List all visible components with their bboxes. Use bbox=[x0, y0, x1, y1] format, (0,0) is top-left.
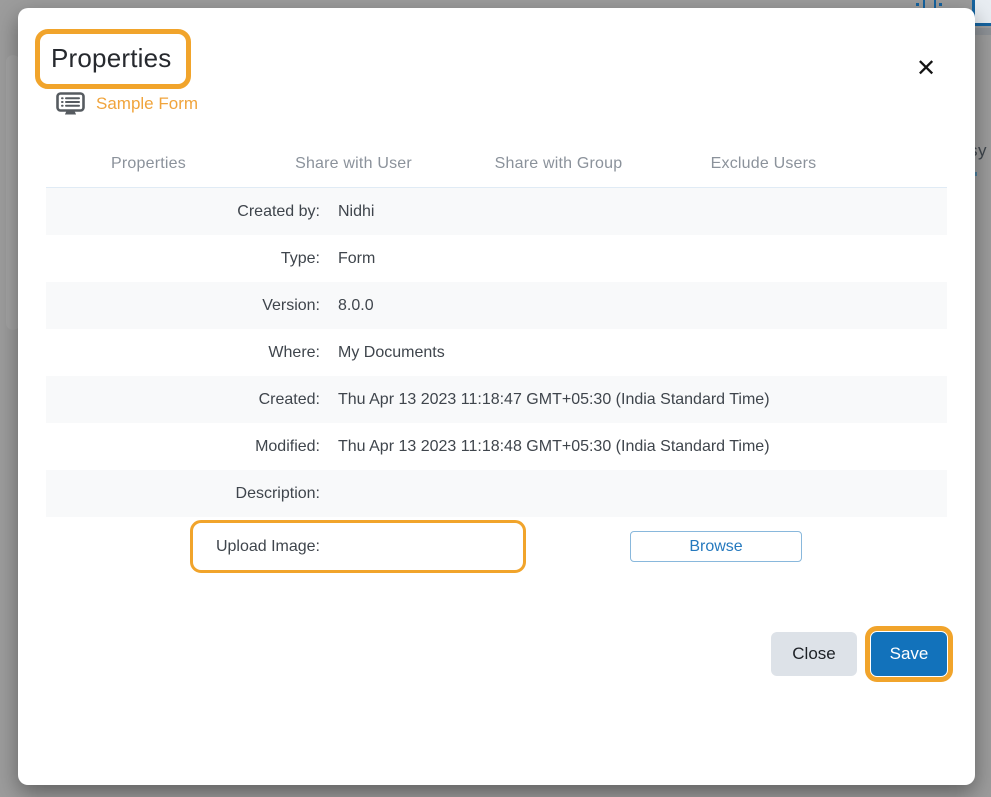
row-value: Thu Apr 13 2023 11:18:48 GMT+05:30 (Indi… bbox=[338, 438, 770, 456]
table-row-version: Version: 8.0.0 bbox=[46, 282, 947, 329]
tab-share-with-group[interactable]: Share with Group bbox=[456, 137, 661, 190]
tab-share-with-user[interactable]: Share with User bbox=[251, 137, 456, 190]
properties-table: Created by: Nidhi Type: Form Version: 8.… bbox=[46, 187, 947, 576]
table-row-created: Created: Thu Apr 13 2023 11:18:47 GMT+05… bbox=[46, 376, 947, 423]
table-row-type: Type: Form bbox=[46, 235, 947, 282]
row-label: Where: bbox=[46, 344, 338, 362]
browse-button[interactable]: Browse bbox=[630, 531, 802, 562]
form-icon bbox=[56, 92, 85, 116]
table-row-modified: Modified: Thu Apr 13 2023 11:18:48 GMT+0… bbox=[46, 423, 947, 470]
row-label: Upload Image: bbox=[46, 538, 338, 556]
close-icon[interactable]: ✕ bbox=[910, 52, 942, 84]
row-value: Thu Apr 13 2023 11:18:47 GMT+05:30 (Indi… bbox=[338, 391, 770, 409]
row-label: Type: bbox=[46, 250, 338, 268]
row-label: Created: bbox=[46, 391, 338, 409]
row-value: My Documents bbox=[338, 344, 445, 362]
save-button[interactable]: Save bbox=[871, 632, 947, 676]
row-value: 8.0.0 bbox=[338, 297, 374, 315]
row-label: Version: bbox=[46, 297, 338, 315]
row-label: Description: bbox=[46, 485, 338, 503]
table-row-upload-image: Upload Image: Browse bbox=[46, 517, 947, 576]
table-row-description: Description: bbox=[46, 470, 947, 517]
document-name-label: Sample Form bbox=[96, 94, 198, 114]
row-value: Form bbox=[338, 250, 375, 268]
dialog-footer: Close Save bbox=[46, 632, 947, 676]
table-row-where: Where: My Documents bbox=[46, 329, 947, 376]
row-label: Created by: bbox=[46, 203, 338, 221]
page-title: Properties bbox=[51, 43, 172, 74]
table-row-created-by: Created by: Nidhi bbox=[46, 188, 947, 235]
properties-dialog: ✕ Properties Sample Form Properties Shar bbox=[18, 8, 975, 785]
document-subtitle: Sample Form bbox=[56, 92, 198, 116]
tab-exclude-users[interactable]: Exclude Users bbox=[661, 137, 866, 190]
title-highlight-annotation: Properties bbox=[35, 29, 191, 89]
dialog-tabs: Properties Share with User Share with Gr… bbox=[46, 137, 947, 191]
row-value: Nidhi bbox=[338, 203, 374, 221]
row-label: Modified: bbox=[46, 438, 338, 456]
close-button[interactable]: Close bbox=[771, 632, 857, 676]
tab-properties[interactable]: Properties bbox=[46, 137, 251, 190]
